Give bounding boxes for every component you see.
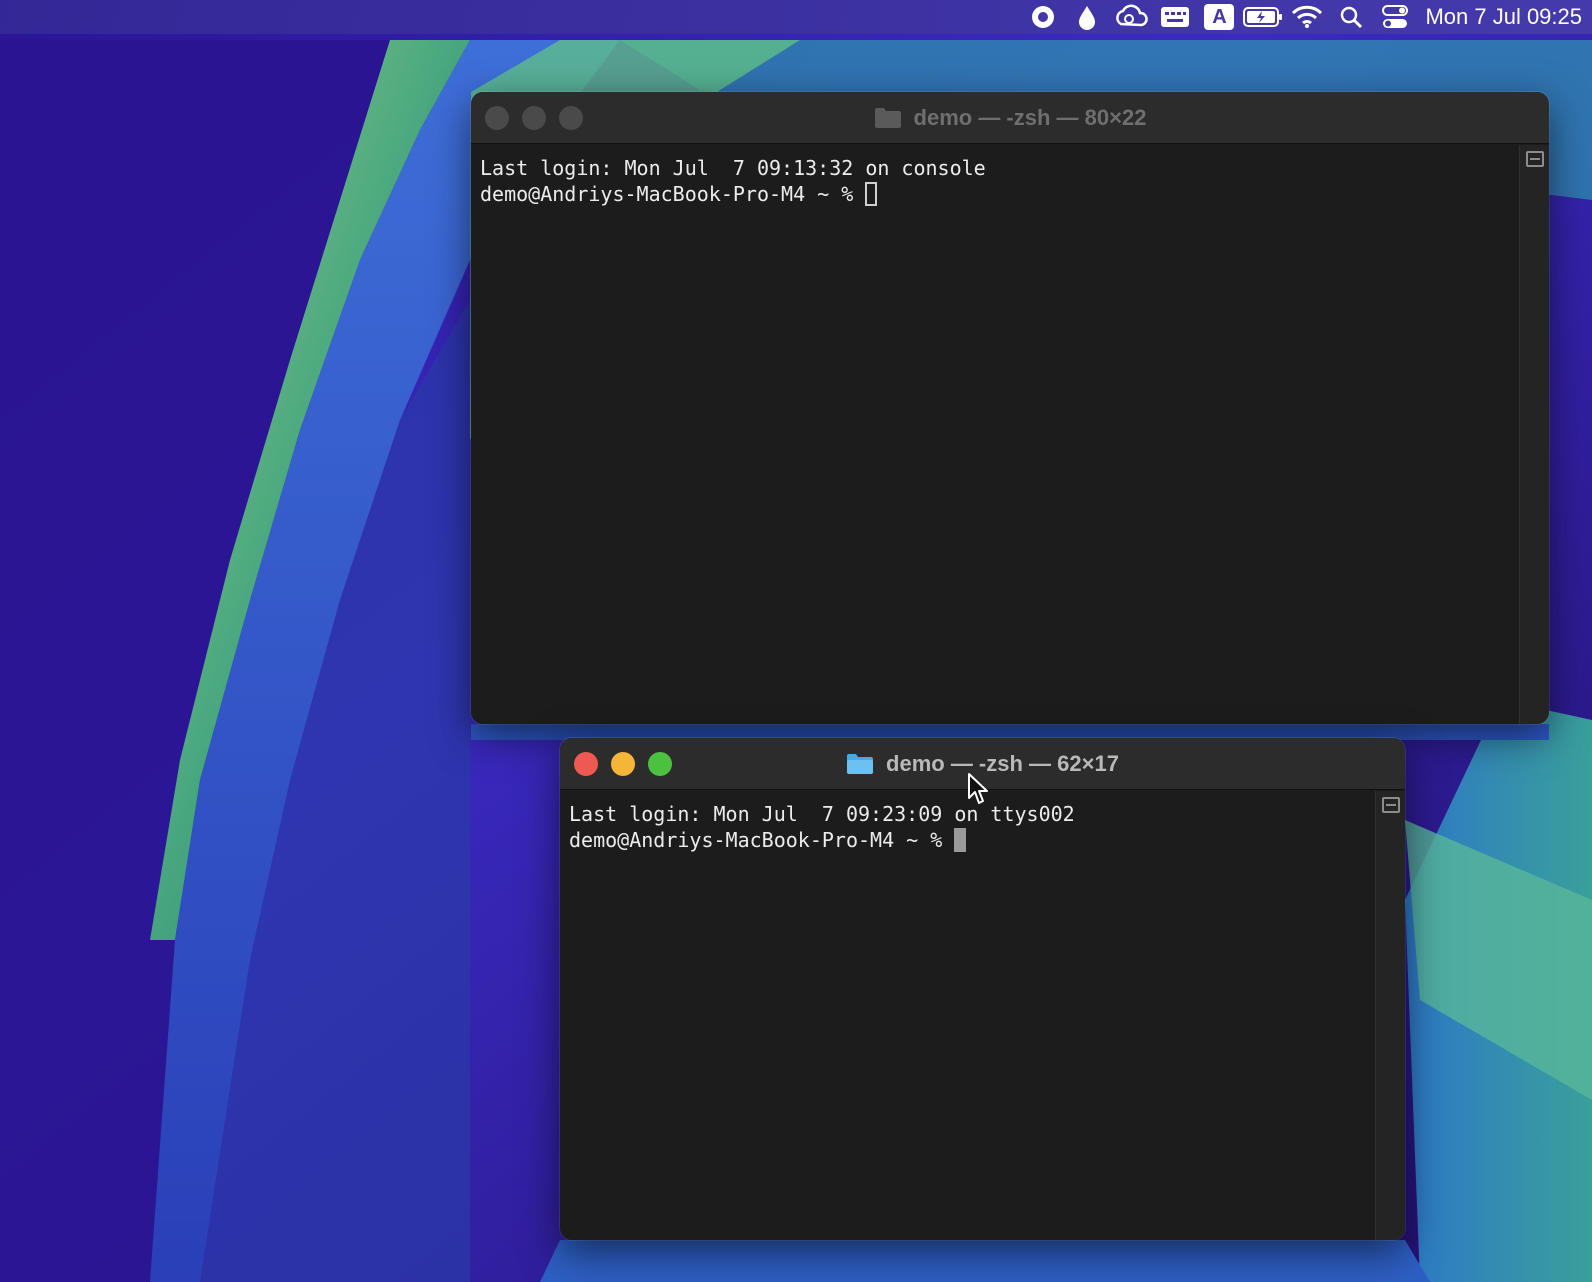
- close-button[interactable]: [485, 106, 509, 130]
- window-title-text: demo — -zsh — 62×17: [886, 750, 1119, 776]
- close-button[interactable]: [574, 752, 598, 776]
- window-controls: [574, 752, 672, 776]
- wifi-icon[interactable]: [1285, 0, 1329, 34]
- text-cursor: [865, 182, 878, 206]
- terminal-window-active[interactable]: demo — -zsh — 62×17 Last login: Mon Jul …: [560, 738, 1405, 1240]
- window-title-text: demo — -zsh — 80×22: [913, 104, 1147, 130]
- creative-cloud-icon[interactable]: [1109, 0, 1153, 34]
- terminal-prompt: demo@Andriys-MacBook-Pro-M4 ~ %: [569, 828, 955, 852]
- split-pane-icon[interactable]: [1526, 151, 1544, 167]
- record-icon[interactable]: [1021, 0, 1065, 34]
- minimize-button[interactable]: [611, 752, 635, 776]
- split-pane-icon[interactable]: [1382, 797, 1400, 813]
- text-cursor: [954, 828, 967, 852]
- window-title: demo — -zsh — 80×22: [874, 104, 1147, 131]
- terminal-output[interactable]: Last login: Mon Jul 7 09:23:09 on ttys00…: [560, 791, 1375, 1240]
- folder-icon: [847, 753, 874, 774]
- terminal-output[interactable]: Last login: Mon Jul 7 09:13:32 on consol…: [471, 145, 1519, 724]
- scrollbar[interactable]: [1519, 145, 1549, 724]
- window-titlebar[interactable]: demo — -zsh — 80×22: [471, 92, 1549, 144]
- control-center-icon[interactable]: [1373, 0, 1417, 34]
- input-source-label: A: [1212, 5, 1227, 28]
- battery-icon[interactable]: [1241, 0, 1285, 34]
- terminal-prompt-line[interactable]: demo@Andriys-MacBook-Pro-M4 ~ %: [569, 827, 1366, 853]
- menu-bar: A Mon 7 Jul 09:25: [0, 0, 1592, 34]
- keyboard-icon[interactable]: [1153, 0, 1197, 34]
- terminal-window-background[interactable]: demo — -zsh — 80×22 Last login: Mon Jul …: [471, 92, 1549, 724]
- drop-icon[interactable]: [1065, 0, 1109, 34]
- folder-icon: [874, 107, 901, 128]
- terminal-line: Last login: Mon Jul 7 09:13:32 on consol…: [480, 156, 986, 180]
- menu-bar-clock[interactable]: Mon 7 Jul 09:25: [1425, 4, 1582, 30]
- mouse-pointer-icon: [968, 773, 988, 804]
- scrollbar[interactable]: [1375, 791, 1405, 1240]
- input-source-icon[interactable]: A: [1197, 0, 1241, 34]
- terminal-prompt: demo@Andriys-MacBook-Pro-M4 ~ %: [480, 182, 866, 206]
- window-controls: [485, 106, 583, 130]
- maximize-button[interactable]: [648, 752, 672, 776]
- maximize-button[interactable]: [559, 106, 583, 130]
- search-icon[interactable]: [1329, 0, 1373, 34]
- minimize-button[interactable]: [522, 106, 546, 130]
- terminal-prompt-line[interactable]: demo@Andriys-MacBook-Pro-M4 ~ %: [480, 181, 1510, 207]
